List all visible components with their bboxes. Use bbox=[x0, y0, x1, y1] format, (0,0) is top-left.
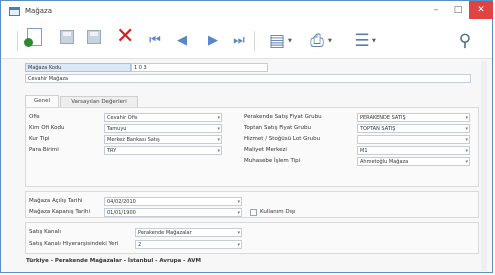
field-label: Toptan Satış Fiyat Grubu bbox=[244, 125, 312, 131]
chevron-down-icon: ▾ bbox=[465, 126, 468, 132]
opening-date-value: 04/02/2010 bbox=[107, 199, 136, 205]
field-label: Mağaza Açılış Tarihi bbox=[29, 198, 83, 204]
store-code-input[interactable]: 1 0 3 bbox=[131, 63, 268, 72]
retail-price-group-value: PERAKENDE SATIŞ bbox=[360, 115, 406, 121]
lot-group-select[interactable]: ▾ bbox=[357, 135, 470, 144]
first-icon[interactable]: ⏮ bbox=[144, 30, 166, 52]
chevron-down-icon[interactable]: ▼ bbox=[372, 38, 376, 44]
tab-varsayilan-degerleri[interactable]: Varsayılan Değerleri bbox=[60, 96, 138, 107]
kim-ofi-value: Tamuyu bbox=[107, 126, 127, 132]
chevron-down-icon: ▾ bbox=[465, 115, 468, 121]
window: Mağaza – □ ✕ ✕ ⏮ ◀ ▶ ⏭ ▤ ▼ ⎙ ▼ ☰ ▼ ⚲ Mağ… bbox=[0, 0, 493, 273]
chevron-down-icon: ▾ bbox=[217, 115, 220, 121]
field-label: Hizmet / Stoğüsü Lot Grubu bbox=[244, 136, 321, 142]
chevron-down-icon: ▾ bbox=[237, 210, 240, 216]
delete-icon[interactable]: ✕ bbox=[116, 24, 134, 50]
chevron-down-icon: ▾ bbox=[237, 230, 240, 236]
field-label: Para Birimi bbox=[29, 147, 59, 153]
tab-genel[interactable]: Genel bbox=[25, 95, 59, 107]
chevron-down-icon: ▾ bbox=[217, 148, 220, 154]
store-code-label-cell: Mağaza Kodu bbox=[25, 63, 131, 72]
app-window-icon bbox=[9, 7, 20, 16]
field-label: Satış Kanalı Hiyerarşisindeki Yeri bbox=[29, 241, 119, 247]
chevron-down-icon: ▾ bbox=[465, 137, 468, 143]
accounting-type-select[interactable]: Ahmetoğlu Mağaza ▾ bbox=[357, 157, 470, 166]
field-label: Muhasebe İşlem Tipi bbox=[244, 158, 301, 164]
field-label: Ofis bbox=[29, 114, 40, 120]
toolbar-separator bbox=[254, 31, 255, 51]
office-select[interactable]: Cevahir Ofis ▾ bbox=[104, 113, 222, 122]
currency-value: TRY bbox=[107, 148, 117, 154]
out-of-use-checkbox[interactable] bbox=[250, 209, 257, 216]
kim-ofi-select[interactable]: Tamuyu ▾ bbox=[104, 124, 222, 133]
chevron-down-icon: ▾ bbox=[237, 199, 240, 205]
prev-icon[interactable]: ◀ bbox=[171, 30, 193, 52]
channel-path: Türkiye - Perakende Mağazalar - İstanbul… bbox=[26, 258, 201, 264]
save-icon[interactable] bbox=[60, 30, 74, 44]
currency-type-select[interactable]: Merkez Bankası Satış ▾ bbox=[104, 135, 222, 144]
cost-center-value: M1 bbox=[360, 148, 368, 154]
chevron-down-icon[interactable]: ▼ bbox=[328, 38, 332, 44]
window-title: Mağaza bbox=[25, 7, 53, 15]
maximize-button[interactable]: □ bbox=[447, 1, 469, 19]
field-label: Kim Ofi Kodu bbox=[29, 125, 65, 131]
channel-hierarchy-input[interactable]: 2 ▾ bbox=[135, 240, 242, 249]
toolbar-separator bbox=[17, 31, 18, 51]
new-icon[interactable] bbox=[24, 28, 42, 47]
save-as-icon[interactable] bbox=[87, 30, 101, 44]
currency-select[interactable]: TRY ▾ bbox=[104, 146, 222, 155]
chevron-down-icon[interactable]: ▼ bbox=[288, 38, 292, 44]
report-icon[interactable]: ▤ bbox=[266, 30, 288, 52]
store-code-value: 1 0 3 bbox=[134, 65, 147, 71]
chevron-down-icon: ▾ bbox=[465, 159, 468, 165]
chevron-down-icon: ▾ bbox=[237, 242, 240, 248]
last-icon[interactable]: ⏭ bbox=[228, 30, 250, 52]
chevron-down-icon: ▾ bbox=[217, 137, 220, 143]
store-name-input[interactable]: Cevahir Mağaza bbox=[25, 74, 471, 83]
sales-channel-value: Perakende Mağazalar bbox=[138, 230, 192, 236]
minimize-button[interactable]: – bbox=[425, 1, 447, 19]
field-label: Perakende Satış Fiyat Grubu bbox=[244, 114, 322, 120]
search-binoculars-icon[interactable]: ⚲ bbox=[454, 30, 476, 52]
store-name-value: Cevahir Mağaza bbox=[28, 76, 69, 82]
office-value: Cevahir Ofis bbox=[107, 115, 138, 121]
field-label: Maliyet Merkezi bbox=[244, 147, 287, 153]
field-label: Mağaza Kapanış Tarihi bbox=[29, 209, 90, 215]
cost-center-input[interactable]: M1 ▾ bbox=[357, 146, 470, 155]
close-button[interactable]: ✕ bbox=[469, 1, 493, 19]
field-label: Satış Kanalı bbox=[29, 229, 61, 235]
store-code-label: Mağaza Kodu bbox=[28, 65, 62, 71]
sales-channel-select[interactable]: Perakende Mağazalar ▾ bbox=[135, 228, 242, 237]
field-label: Kur Tipi bbox=[29, 136, 50, 142]
opening-date-input[interactable]: 04/02/2010 ▾ bbox=[104, 197, 242, 206]
currency-type-value: Merkez Bankası Satış bbox=[107, 137, 160, 143]
wholesale-price-group-value: TOPTAN SATIŞ bbox=[360, 126, 396, 132]
closing-date-input[interactable]: 01/01/1900 ▾ bbox=[104, 208, 242, 217]
channel-hierarchy-value: 2 bbox=[138, 242, 142, 248]
chevron-down-icon: ▾ bbox=[217, 126, 220, 132]
channel-panel bbox=[25, 222, 479, 254]
next-icon[interactable]: ▶ bbox=[202, 30, 224, 52]
title-bar: Mağaza – □ ✕ bbox=[1, 1, 493, 23]
vertical-scrollbar[interactable] bbox=[481, 61, 487, 271]
wholesale-price-group-select[interactable]: TOPTAN SATIŞ ▾ bbox=[357, 124, 470, 133]
accounting-type-value: Ahmetoğlu Mağaza bbox=[360, 159, 409, 165]
chevron-down-icon: ▾ bbox=[465, 148, 468, 154]
print-icon[interactable]: ⎙ bbox=[306, 30, 328, 52]
retail-price-group-select[interactable]: PERAKENDE SATIŞ ▾ bbox=[357, 113, 470, 122]
out-of-use-label: Kullanım Dışı bbox=[260, 209, 296, 215]
list-icon[interactable]: ☰ bbox=[351, 30, 373, 52]
closing-date-value: 01/01/1900 bbox=[107, 210, 136, 216]
